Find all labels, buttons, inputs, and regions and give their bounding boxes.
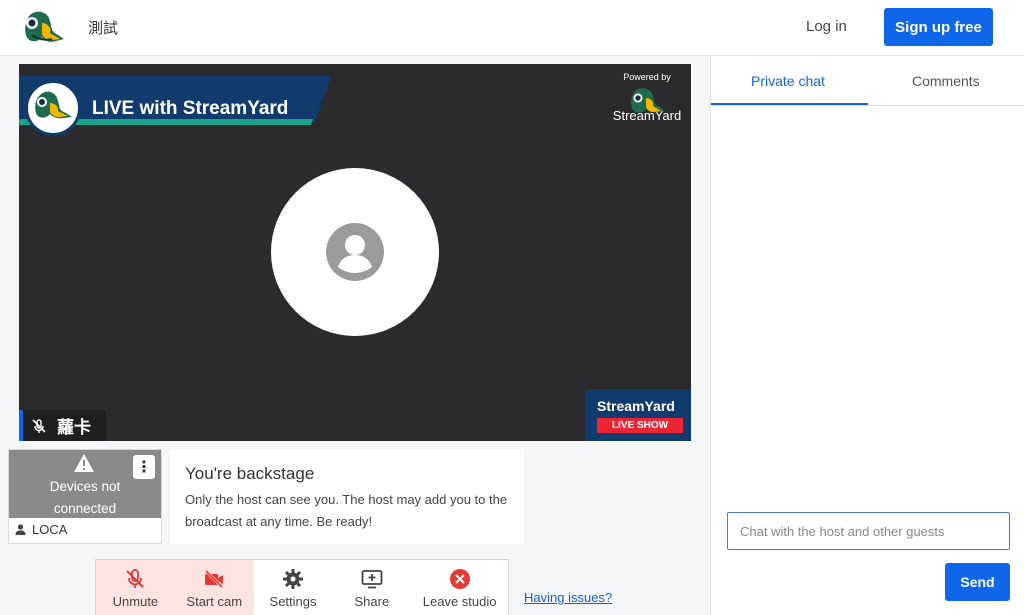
leave-studio-label: Leave studio [422, 594, 497, 609]
settings-button[interactable]: Settings [254, 560, 333, 615]
screen-share-icon [361, 570, 383, 589]
streamyard-duck-logo[interactable] [22, 9, 64, 47]
start-cam-button[interactable]: Start cam [174, 560, 254, 615]
top-header: 測試 Log in Sign up free [0, 0, 1024, 56]
badge-live-label: LIVE SHOW [597, 418, 683, 433]
chat-sidebar: Private chat Comments Send [710, 56, 1024, 615]
badge-brand: StreamYard [597, 398, 675, 414]
camera-off-icon [205, 569, 224, 589]
send-button[interactable]: Send [945, 563, 1010, 601]
tile-participant-name: LOCA [15, 522, 67, 537]
banner-duck-logo [25, 80, 81, 136]
studio-controls-bar: Unmute Start cam Settings Share Leave st… [95, 559, 509, 615]
having-issues-link[interactable]: Having issues? [524, 590, 612, 605]
participant-avatar [271, 168, 439, 336]
broadcast-stage: LIVE with StreamYard Powered by StreamYa… [19, 64, 691, 441]
unmute-label: Unmute [112, 594, 159, 609]
sidebar-tabs: Private chat Comments [711, 56, 1024, 106]
gear-icon [283, 569, 304, 589]
share-label: Share [354, 594, 390, 609]
settings-label: Settings [269, 594, 317, 609]
user-avatar-icon [326, 223, 384, 281]
duck-icon [631, 88, 665, 113]
live-show-badge: StreamYard LIVE SHOW [585, 389, 691, 441]
login-link[interactable]: Log in [806, 18, 847, 35]
person-icon [15, 524, 26, 535]
tab-comments[interactable]: Comments [912, 73, 980, 89]
leave-studio-button[interactable]: Leave studio [411, 560, 508, 615]
close-circle-icon [449, 569, 470, 589]
studio-name: 測試 [88, 20, 119, 37]
mic-off-icon [126, 569, 145, 588]
self-participant-tile: Devices not connected ⋮ LOCA [8, 449, 162, 544]
start-cam-label: Start cam [186, 594, 243, 609]
powered-by-brand: Powered by StreamYard [609, 72, 685, 123]
tile-more-menu-button[interactable]: ⋮ [133, 455, 155, 479]
participant-name: 蘿卡 [57, 418, 91, 437]
tile-video-placeholder: Devices not connected ⋮ [9, 450, 161, 518]
warning-icon [74, 454, 94, 472]
active-tab-indicator [711, 103, 868, 105]
backstage-description: Only the host can see you. The host may … [185, 492, 508, 529]
unmute-button[interactable]: Unmute [96, 560, 175, 615]
mic-off-icon [32, 418, 46, 433]
tab-private-chat[interactable]: Private chat [751, 73, 825, 89]
banner-title: LIVE with StreamYard [92, 98, 289, 119]
backstage-notice: You're backstage Only the host can see y… [170, 449, 524, 544]
duck-icon [35, 91, 72, 119]
participant-name-tag: 蘿卡 [19, 410, 106, 441]
signup-button[interactable]: Sign up free [884, 8, 993, 46]
backstage-heading: You're backstage [185, 464, 315, 483]
devices-status-message: Devices not connected [49, 479, 121, 516]
share-button[interactable]: Share [332, 560, 411, 615]
chat-input[interactable] [727, 512, 1010, 550]
powered-by-label: Powered by [623, 72, 671, 82]
stream-banner: LIVE with StreamYard [19, 76, 331, 136]
